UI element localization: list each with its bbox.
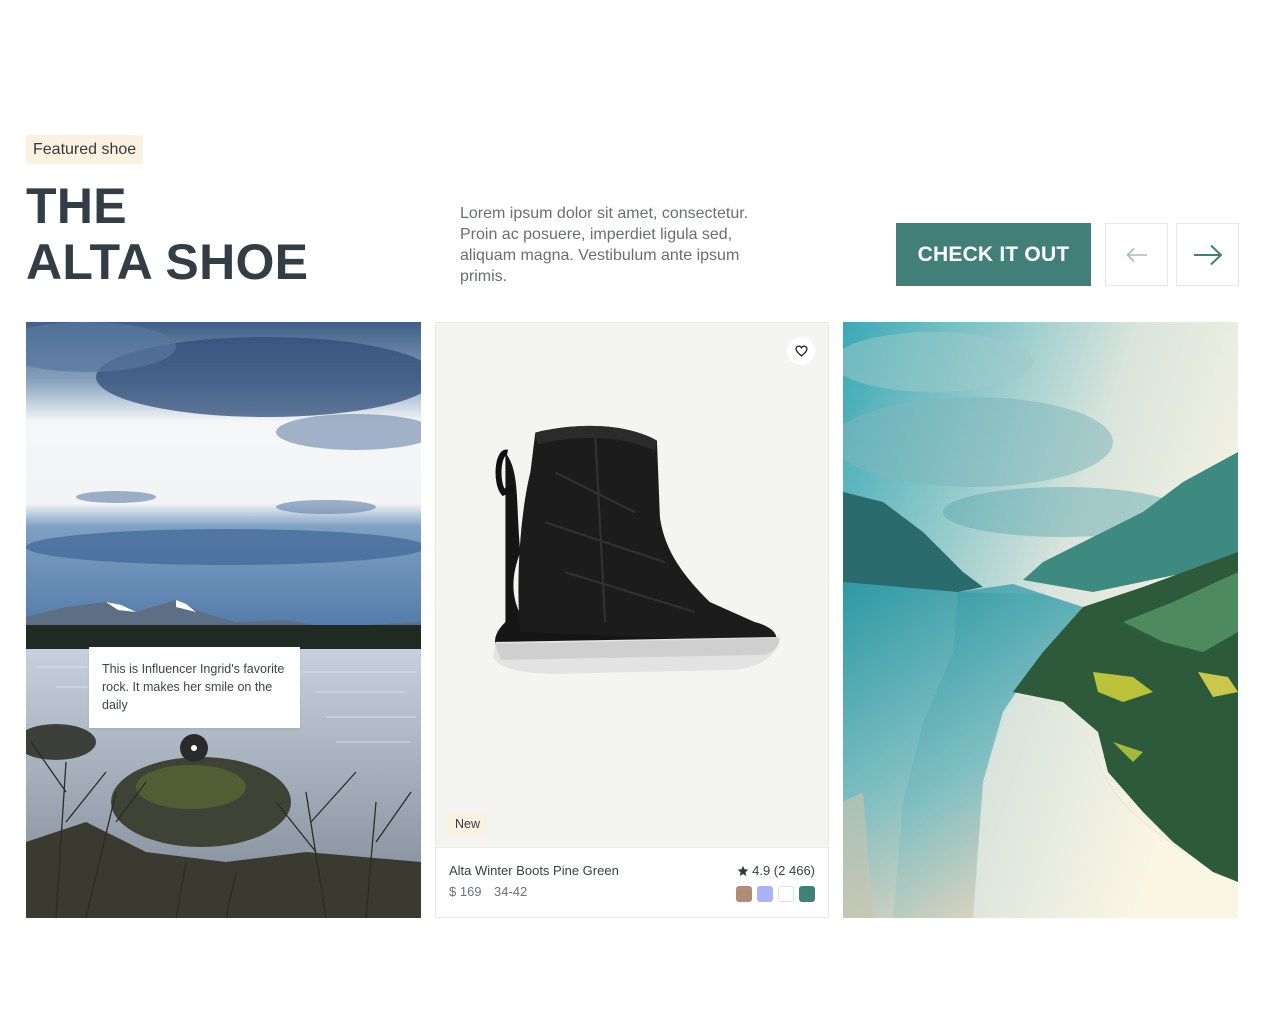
arrow-left-icon bbox=[1125, 247, 1147, 262]
favorite-button[interactable] bbox=[787, 337, 815, 365]
product-price: $ 169 bbox=[449, 884, 482, 899]
color-swatches bbox=[736, 886, 815, 902]
previous-button[interactable] bbox=[1105, 223, 1168, 286]
new-badge: New bbox=[448, 813, 488, 835]
hotspot-marker[interactable] bbox=[180, 734, 208, 762]
swatch-brown[interactable] bbox=[736, 886, 752, 902]
influencer-tooltip: This is Influencer Ingrid's favorite roc… bbox=[89, 647, 300, 728]
product-name[interactable]: Alta Winter Boots Pine Green bbox=[449, 863, 619, 878]
title-line-1: THE bbox=[26, 178, 127, 234]
product-card[interactable]: New Alta Winter Boots Pine Green $ 169 3… bbox=[435, 322, 829, 918]
rating-text: 4.9 (2 466) bbox=[752, 863, 815, 878]
swatch-white[interactable] bbox=[778, 886, 794, 902]
page-title: THE ALTA SHOE bbox=[26, 178, 308, 290]
title-line-2: ALTA SHOE bbox=[26, 234, 309, 290]
check-it-out-button[interactable]: CHECK IT OUT bbox=[896, 223, 1091, 286]
star-icon bbox=[737, 865, 749, 876]
featured-badge: Featured shoe bbox=[26, 135, 144, 164]
swatch-lavender[interactable] bbox=[757, 886, 773, 902]
fjord-photo bbox=[843, 322, 1238, 918]
lake-photo bbox=[26, 322, 421, 918]
product-rating: 4.9 (2 466) bbox=[737, 863, 815, 878]
hero-description: Lorem ipsum dolor sit amet, consectetur.… bbox=[460, 205, 749, 285]
fjord-card bbox=[843, 322, 1238, 918]
swatch-pine-green[interactable] bbox=[799, 886, 815, 902]
product-info: Alta Winter Boots Pine Green $ 169 34-42… bbox=[436, 847, 828, 917]
hotspot-dot bbox=[191, 745, 197, 751]
influencer-card: This is Influencer Ingrid's favorite roc… bbox=[26, 322, 421, 918]
arrow-right-icon bbox=[1193, 244, 1222, 265]
boot-image bbox=[436, 323, 828, 917]
heart-icon bbox=[794, 345, 808, 357]
product-sizes: 34-42 bbox=[494, 884, 528, 899]
next-button[interactable] bbox=[1176, 223, 1239, 286]
